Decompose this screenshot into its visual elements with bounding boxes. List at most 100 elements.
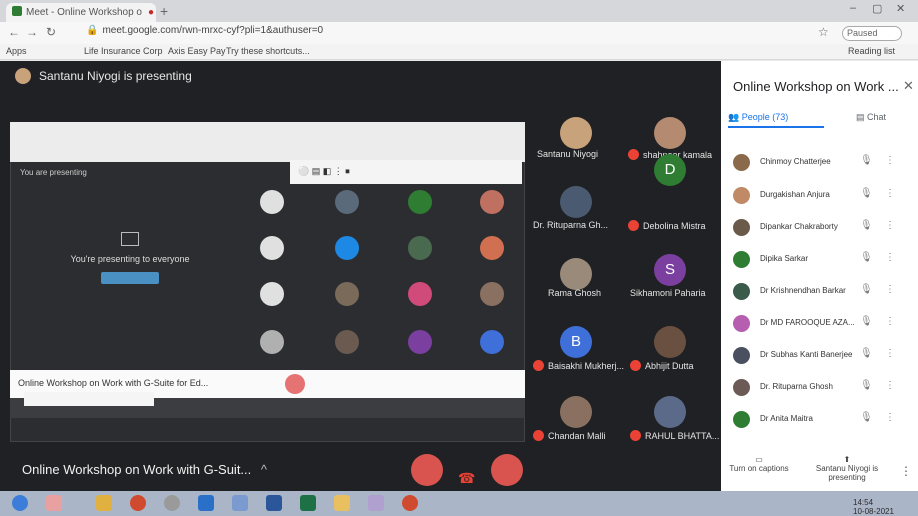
end-call-button[interactable]: ☎ xyxy=(458,470,475,487)
mic-muted-icon: 🎙 xyxy=(860,188,873,199)
participant-row[interactable]: Dr Subhas Kanti Banerjee 🎙 ⋮ xyxy=(733,343,913,369)
system-clock[interactable]: 14:54 10-08-2021 xyxy=(853,498,894,516)
taskbar-app-icon[interactable] xyxy=(164,495,180,511)
more-options-icon[interactable]: ⋮ xyxy=(885,316,895,327)
tile-name-9: Chandan Malli xyxy=(533,430,606,441)
participant-name: Dr Anita Maitra xyxy=(760,414,813,423)
excel-icon[interactable] xyxy=(300,495,316,511)
presenter-button[interactable]: ⬆ Santanu Niyogi is presenting xyxy=(812,455,882,482)
lock-icon: 🔒 xyxy=(86,25,99,36)
participant-avatar xyxy=(733,154,750,171)
tile-letter-avatar: B xyxy=(560,326,592,358)
tile-name-6: Sikhamoni Paharia xyxy=(630,288,706,298)
more-options-icon[interactable]: ⋮ xyxy=(885,220,895,231)
participant-avatar xyxy=(733,347,750,364)
presenter-label: Santanu Niyogi is presenting xyxy=(815,464,879,482)
participant-avatar xyxy=(733,379,750,396)
minimize-icon[interactable]: – xyxy=(850,2,856,14)
mic-off-button[interactable] xyxy=(411,454,443,486)
mic-muted-icon: 🎙 xyxy=(860,348,873,359)
meeting-title: Online Workshop on Work with G-Suit... xyxy=(22,462,252,477)
more-options-icon[interactable]: ⋮ xyxy=(885,348,895,359)
participant-row[interactable]: Dipankar Chakraborty 🎙 ⋮ xyxy=(733,215,913,241)
more-options-icon[interactable]: ⋮ xyxy=(885,155,895,166)
inner-tile-avatar xyxy=(260,236,284,260)
mic-muted-icon: 🎙 xyxy=(860,155,873,166)
start-icon[interactable] xyxy=(12,495,28,511)
bookmark-shortcuts[interactable]: Try these shortcuts... xyxy=(226,46,310,56)
participant-name: Dr Subhas Kanti Banerjee xyxy=(760,350,853,359)
profile-button[interactable]: Paused xyxy=(842,26,902,41)
word-icon[interactable] xyxy=(266,495,282,511)
chrome-icon[interactable] xyxy=(130,495,146,511)
tab-chat[interactable]: ▤ Chat xyxy=(856,112,886,123)
maximize-icon[interactable]: ▢ xyxy=(872,2,882,15)
new-tab-button[interactable]: + xyxy=(160,3,168,19)
inner-tile-avatar xyxy=(408,190,432,214)
participant-avatar xyxy=(733,411,750,428)
inner-tile-avatar xyxy=(480,330,504,354)
tile-avatar xyxy=(654,396,686,428)
taskbar-app-icon[interactable] xyxy=(46,495,62,511)
more-options-icon[interactable]: ⋮ xyxy=(885,188,895,199)
presenting-text: Santanu Niyogi is presenting xyxy=(39,69,192,83)
taskbar-app-icon[interactable] xyxy=(96,495,112,511)
captions-button[interactable]: ▭ Turn on captions xyxy=(724,455,794,473)
mic-off-icon xyxy=(628,220,639,231)
more-options-icon[interactable]: ⋮ xyxy=(900,464,912,478)
chrome-active-icon[interactable] xyxy=(402,495,418,511)
camera-off-button[interactable] xyxy=(491,454,523,486)
recording-icon: ● xyxy=(147,7,155,18)
tile-avatar xyxy=(654,117,686,149)
more-options-icon[interactable]: ⋮ xyxy=(885,284,895,295)
present-icon: ⬆ xyxy=(843,455,851,464)
bookmark-apps[interactable]: Apps xyxy=(6,46,27,56)
more-options-icon[interactable]: ⋮ xyxy=(885,252,895,263)
stop-presenting-button[interactable] xyxy=(101,272,159,284)
folder-icon[interactable] xyxy=(334,495,350,511)
present-screen-icon xyxy=(121,232,139,246)
close-panel-icon[interactable]: ✕ xyxy=(903,78,914,94)
forward-icon[interactable]: → xyxy=(26,25,38,39)
inner-tile-avatar xyxy=(408,330,432,354)
reload-icon[interactable]: ↻ xyxy=(46,25,56,39)
inner-tile-avatar xyxy=(335,282,359,306)
more-options-icon[interactable]: ⋮ xyxy=(885,380,895,391)
browser-tab[interactable]: Meet - Online Workshop o ● xyxy=(6,3,156,22)
participant-row[interactable]: Dipika Sarkar 🎙 ⋮ xyxy=(733,247,913,273)
taskbar-app-icon[interactable] xyxy=(368,495,384,511)
url-field[interactable]: 🔒 meet.google.com/rwn-mrxc-cyf?pli=1&auth… xyxy=(86,25,786,41)
inner-tooltip xyxy=(24,392,154,406)
inner-tile-avatar xyxy=(408,236,432,260)
people-icon: 👥 xyxy=(728,112,742,122)
close-window-icon[interactable]: ✕ xyxy=(896,2,905,15)
mic-off-icon xyxy=(533,360,544,371)
participant-row[interactable]: Durgakishan Anjura 🎙 ⋮ xyxy=(733,183,913,209)
tile-avatar xyxy=(654,326,686,358)
participant-row[interactable]: Dr MD FAROOQUE AZA... 🎙 ⋮ xyxy=(733,311,913,337)
captions-icon: ▭ xyxy=(755,455,763,464)
star-icon[interactable]: ☆ xyxy=(818,25,829,39)
inner-strip-icons: ⚪ ▤ ◧ ⋮ ⏹ xyxy=(298,166,350,176)
participant-row[interactable]: Chinmoy Chatterjee 🎙 ⋮ xyxy=(733,150,913,176)
bookmark-axis[interactable]: Axis Easy Pay xyxy=(168,46,226,56)
more-options-icon[interactable]: ⋮ xyxy=(885,412,895,423)
participant-row[interactable]: Dr Krishnendhan Barkar 🎙 ⋮ xyxy=(733,279,913,305)
participant-row[interactable]: Dr. Rituparna Ghosh 🎙 ⋮ xyxy=(733,375,913,401)
tab-people[interactable]: 👥 People (73) xyxy=(728,112,788,123)
participant-avatar xyxy=(733,187,750,204)
mic-off-icon xyxy=(628,149,639,160)
inner-tile-avatar xyxy=(335,330,359,354)
participant-avatar xyxy=(733,283,750,300)
back-icon[interactable]: ← xyxy=(8,25,20,39)
bookmark-lic[interactable]: Life Insurance Corp xyxy=(84,46,163,56)
clock-time: 14:54 xyxy=(853,498,874,507)
meeting-details[interactable]: Online Workshop on Work with G-Suit... ^ xyxy=(22,462,267,477)
chevron-up-icon[interactable]: ^ xyxy=(261,462,267,477)
taskbar-app-icon[interactable] xyxy=(198,495,214,511)
participant-row[interactable]: Dr Anita Maitra 🎙 ⋮ xyxy=(733,407,913,433)
reading-list[interactable]: Reading list xyxy=(848,46,895,56)
presenter-avatar xyxy=(15,68,31,84)
taskbar-app-icon[interactable] xyxy=(232,495,248,511)
chat-icon: ▤ xyxy=(856,112,868,122)
